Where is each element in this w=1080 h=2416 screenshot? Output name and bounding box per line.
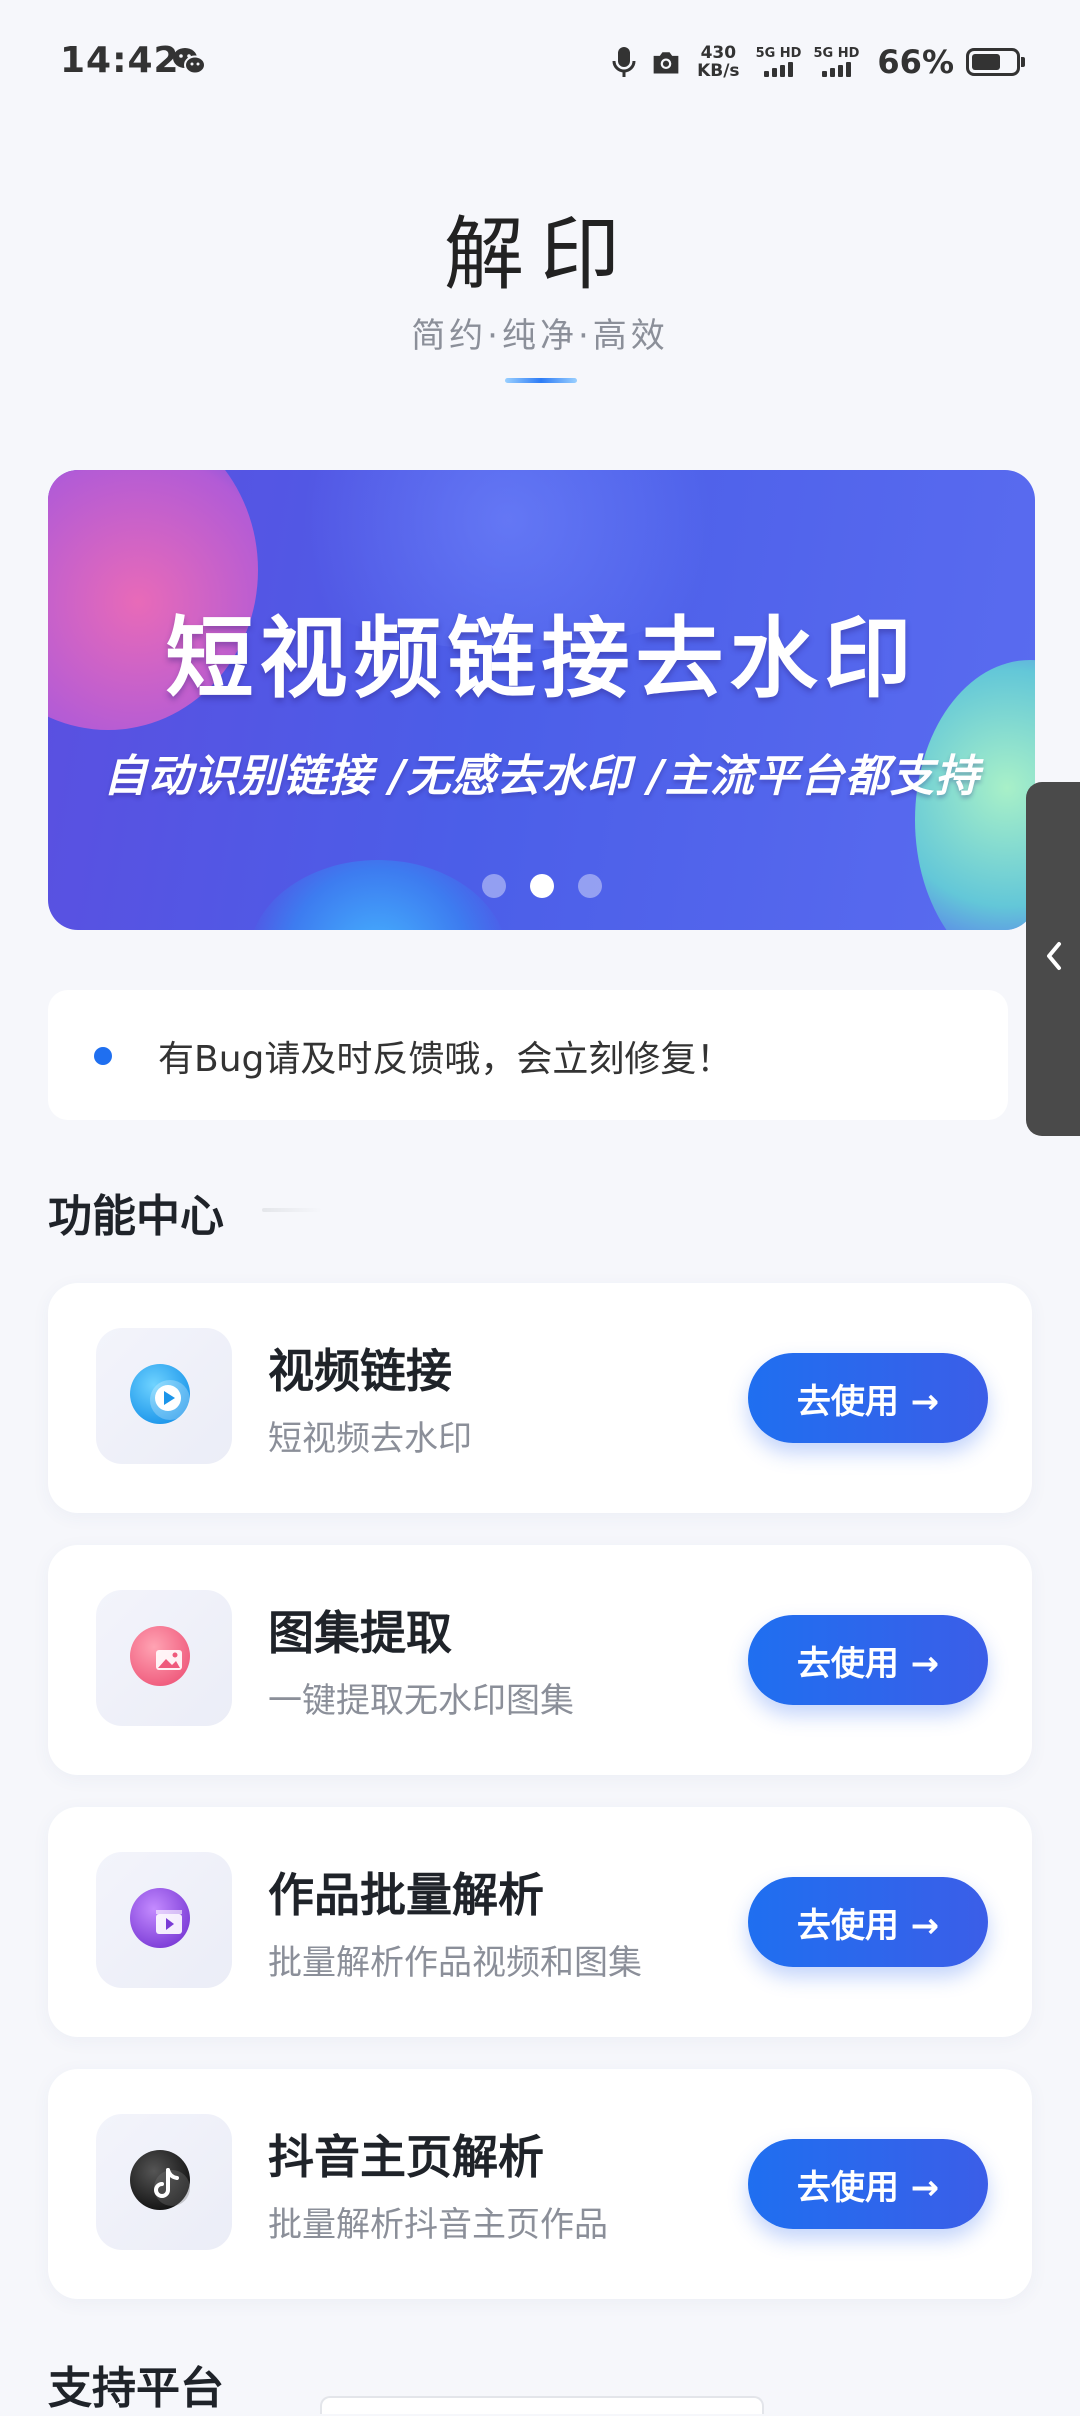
battery-fill bbox=[972, 54, 1000, 70]
chevron-left-icon bbox=[1047, 942, 1061, 970]
wechat-icon bbox=[173, 48, 206, 75]
feature-title: 图集提取 bbox=[268, 1606, 452, 1660]
carousel-dot[interactable] bbox=[577, 874, 602, 898]
feature-desc: 短视频去水印 bbox=[268, 1419, 472, 1459]
sim1-signal: 5G HD bbox=[755, 46, 802, 77]
feature-card-douyin-profile[interactable]: 抖音主页解析 批量解析抖音主页作品 去使用 → bbox=[48, 2069, 1032, 2299]
status-icons: 430 KB/s 5G HD 5G HD 66% bbox=[609, 40, 1025, 84]
sim1-label: 5G HD bbox=[755, 46, 802, 61]
feature-desc: 一键提取无水印图集 bbox=[268, 1681, 574, 1721]
battery-percent: 66% bbox=[877, 43, 954, 81]
batch-video-icon bbox=[130, 1888, 190, 1948]
network-speed: 430 KB/s bbox=[697, 44, 739, 80]
title-underline bbox=[505, 378, 577, 383]
notice-bar: 有Bug请及时反馈哦，会立刻修复！ bbox=[48, 990, 1008, 1120]
feature-title: 视频链接 bbox=[268, 1344, 452, 1398]
app-subtitle: 简约·纯净·高效 bbox=[411, 316, 669, 356]
use-button-image-gallery[interactable]: 去使用 → bbox=[748, 1615, 988, 1705]
use-button-batch-parse[interactable]: 去使用 → bbox=[748, 1877, 988, 1967]
use-button-video-link[interactable]: 去使用 → bbox=[748, 1353, 988, 1443]
feature-card-batch-parse[interactable]: 作品批量解析 批量解析作品视频和图集 去使用 → bbox=[48, 1807, 1032, 2037]
carousel-indicators bbox=[48, 874, 1035, 898]
image-gallery-icon bbox=[130, 1626, 190, 1686]
feature-icon-box bbox=[96, 1852, 232, 1988]
carousel-dot[interactable] bbox=[529, 874, 554, 898]
feature-card-image-gallery[interactable]: 图集提取 一键提取无水印图集 去使用 → bbox=[48, 1545, 1032, 1775]
platform-list-top bbox=[320, 2396, 764, 2414]
feature-title: 作品批量解析 bbox=[268, 1868, 544, 1922]
feature-card-video-link[interactable]: 视频链接 短视频去水印 去使用 → bbox=[48, 1283, 1032, 1513]
network-speed-value: 430 bbox=[700, 43, 737, 63]
use-button-douyin-profile[interactable]: 去使用 → bbox=[748, 2139, 988, 2229]
notice-text: 有Bug请及时反馈哦，会立刻修复！ bbox=[158, 1039, 733, 1080]
feature-icon-box bbox=[96, 1590, 232, 1726]
feature-desc: 批量解析作品视频和图集 bbox=[268, 1943, 642, 1983]
sim2-label: 5G HD bbox=[813, 46, 860, 61]
features-section-title: 功能中心 bbox=[48, 1191, 224, 1242]
platforms-section-title: 支持平台 bbox=[48, 2363, 224, 2414]
video-play-icon bbox=[130, 1364, 190, 1424]
battery-icon bbox=[966, 48, 1025, 76]
network-speed-unit: KB/s bbox=[697, 61, 740, 81]
feature-icon-box bbox=[96, 1328, 232, 1464]
feature-desc: 批量解析抖音主页作品 bbox=[268, 2205, 608, 2245]
feature-icon-box bbox=[96, 2114, 232, 2250]
signal-bars-icon bbox=[764, 61, 794, 77]
status-time: 14:42 bbox=[60, 40, 180, 81]
banner-subtitle: 自动识别链接 /无感去水印 /主流平台都支持 bbox=[103, 751, 980, 802]
side-drawer-handle[interactable] bbox=[1026, 782, 1080, 1136]
status-bar: 14:42 430 KB/s 5G HD 5G HD 66% bbox=[0, 0, 1080, 130]
carousel-dot[interactable] bbox=[481, 874, 506, 898]
app-title: 解印 bbox=[444, 208, 636, 301]
tiktok-icon bbox=[130, 2150, 190, 2210]
section-divider bbox=[262, 1208, 322, 1212]
banner-title: 短视频链接去水印 bbox=[165, 607, 918, 710]
microphone-icon bbox=[612, 47, 636, 77]
banner-carousel[interactable]: 短视频链接去水印 自动识别链接 /无感去水印 /主流平台都支持 bbox=[48, 470, 1035, 930]
camera-icon bbox=[653, 52, 679, 74]
notice-dot-icon bbox=[94, 1047, 112, 1065]
sim2-signal: 5G HD bbox=[813, 47, 859, 77]
feature-title: 抖音主页解析 bbox=[268, 2130, 544, 2184]
signal-bars-icon bbox=[821, 61, 851, 77]
